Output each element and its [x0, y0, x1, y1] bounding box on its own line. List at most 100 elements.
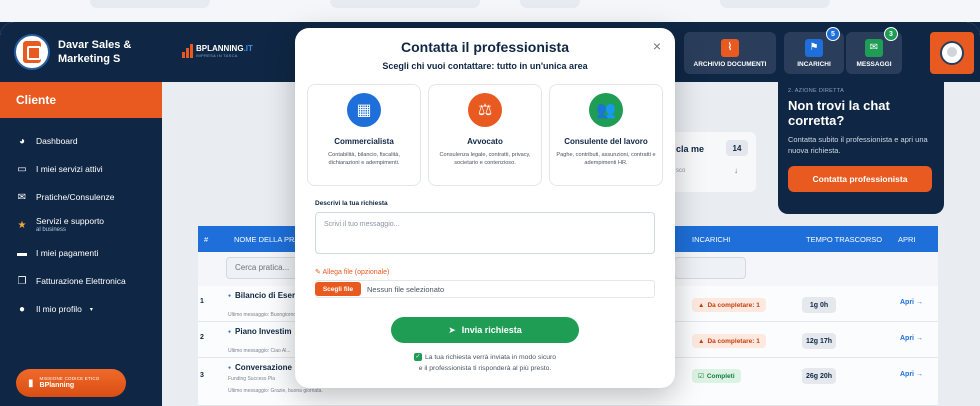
elapsed-time: 1g 0h: [802, 297, 836, 313]
row-number: 2: [200, 334, 204, 341]
card-name: Avvocato: [467, 137, 503, 146]
note-line-1: La tua richiesta verrà inviata in modo s…: [424, 353, 557, 361]
users-icon: 👥: [589, 93, 623, 127]
incarichi-button[interactable]: ⚑ INCARICHI 5: [784, 27, 844, 74]
message-textarea[interactable]: Scrivi il tuo messaggio...: [315, 212, 655, 254]
card-consulente-lavoro[interactable]: 👥 Consulente del lavoro Paghe, contribut…: [549, 84, 663, 186]
sidebar-item-dashboard[interactable]: ◕ Dashboard: [0, 127, 162, 155]
inbox-icon: ▭: [17, 163, 27, 175]
gavel-icon: ⚖: [468, 93, 502, 127]
codice-etico-button[interactable]: ▮ MISSIONE CODICE ETICO BPlanning: [16, 369, 126, 397]
send-plane-icon: ➤: [448, 324, 456, 335]
warning-icon: ▲: [698, 337, 705, 345]
sidebar-item-label: Servizi e supporto: [36, 216, 105, 226]
copy-icon: ❐: [17, 275, 27, 287]
choose-file-button[interactable]: Scegli file: [315, 282, 361, 296]
brand[interactable]: Davar Sales & Marketing S: [14, 34, 158, 70]
card-desc: Consulenza legale, contratti, privacy, s…: [439, 152, 531, 166]
col-header-incarichi[interactable]: INCARICHI: [692, 235, 730, 244]
describe-label: Descrivi la tua richiesta: [315, 200, 388, 207]
bplanning-logo[interactable]: BPLANNING.IT IMPRESA IN TASCA: [182, 44, 253, 58]
sidebar-item-servizi-supporto[interactable]: ★ Servizi e supporto al business: [0, 211, 162, 239]
check-icon: ☑: [698, 373, 704, 380]
sidebar-item-pratiche[interactable]: ✉ Pratiche/Consulenze: [0, 183, 162, 211]
attach-label-text: Allega file (opzionale): [322, 269, 390, 276]
row-number: 3: [200, 372, 204, 379]
close-icon[interactable]: ×: [653, 38, 661, 54]
user-icon: ●: [18, 303, 26, 315]
note-line-2: e il professionista ti risponderà al più…: [418, 365, 552, 372]
sidebar-item-label: Dashboard: [36, 136, 78, 146]
contatta-professionista-button[interactable]: Contatta professionista: [788, 166, 932, 192]
attach-label: ✎ Allega file (opzionale): [315, 268, 389, 276]
row-last-message: Ultimo messaggio: Grazie, buona giornata…: [228, 388, 323, 394]
status-text: Da completare: 1: [707, 301, 760, 309]
apri-link[interactable]: Apri →: [900, 371, 923, 378]
brand-logo-icon: [14, 34, 50, 70]
messaggi-button[interactable]: ✉ MESSAGGI 3: [846, 27, 902, 74]
paperclip-icon: ⌇: [721, 38, 739, 57]
row-last-message: Ultimo messaggio: Ciao Al...: [228, 348, 291, 354]
promo-desc: Contatta subito il professionista e apri…: [788, 135, 928, 155]
archivio-documenti-button[interactable]: ⌇ ARCHIVIO DOCUMENTI: [684, 32, 776, 74]
filter-input[interactable]: [674, 257, 746, 279]
file-input-frame: [315, 280, 655, 298]
sidebar-section-cliente[interactable]: Cliente: [0, 82, 162, 118]
archivio-documenti-label: ARCHIVIO DOCUMENTI: [693, 60, 767, 68]
invia-richiesta-button[interactable]: ➤ Invia richiesta: [391, 317, 579, 343]
sidebar-item-label: I miei servizi attivi: [36, 164, 103, 174]
apri-link[interactable]: Apri →: [900, 299, 923, 306]
apri-link[interactable]: Apri →: [900, 335, 923, 342]
check-icon: ✓: [413, 353, 422, 361]
row-title: Piano Investim: [228, 327, 291, 336]
modal-title: Contatta il professionista: [400, 39, 570, 55]
document-icon: ▮: [28, 377, 34, 389]
top-pill: [330, 0, 480, 8]
messaggi-label: MESSAGGI: [856, 60, 892, 68]
sidebar-item-servizi-attivi[interactable]: ▭ I miei servizi attivi: [0, 155, 162, 183]
card-desc: Contabilità, bilancio, fiscalità, dichia…: [328, 152, 400, 166]
logo-text-b: .IT: [243, 44, 253, 53]
envelope-icon: ✉: [865, 38, 883, 57]
envelope-icon: ✉: [17, 191, 27, 203]
card-desc: Paghe, contributi, assunzioni, contratti…: [556, 152, 656, 166]
sidebar-item-fatturazione[interactable]: ❐ Fatturazione Elettronica: [0, 267, 162, 295]
chevron-down-icon: ▾: [89, 306, 93, 313]
stat-card: cla me 14 sco ↓: [670, 132, 756, 192]
promo-title: Non trovi la chat corretta?: [788, 98, 890, 128]
calculator-icon: ▦: [347, 93, 381, 127]
row-number: 1: [200, 298, 204, 305]
col-header-tempo[interactable]: TEMPO TRASCORSO: [806, 235, 882, 244]
logo-tagline: IMPRESA IN TASCA: [196, 53, 238, 58]
card-avvocato[interactable]: ⚖ Avvocato Consulenza legale, contratti,…: [428, 84, 542, 186]
chevron-down-icon[interactable]: ↓: [734, 166, 738, 175]
invia-richiesta-label: Invia richiesta: [461, 325, 522, 335]
status-text: Completi: [706, 372, 735, 380]
col-header-name[interactable]: NOME DELLA PRA: [234, 235, 299, 244]
top-strip: [0, 0, 980, 22]
modal-subtitle: Scegli chi vuoi contattare: tutto in un'…: [382, 61, 588, 71]
sidebar-item-profilo[interactable]: ● Il mio profilo ▾: [0, 295, 162, 323]
flag-icon: ⚑: [805, 38, 823, 57]
top-pill: [520, 0, 580, 8]
status-badge: ▲ Da completare: 1: [692, 298, 766, 312]
messaggi-badge: 3: [884, 27, 898, 41]
dashboard-gauge-icon: ◕: [18, 135, 26, 147]
top-pill: [90, 0, 210, 8]
sidebar-nav: ◕ Dashboard ▭ I miei servizi attivi ✉ Pr…: [0, 127, 162, 323]
sidebar-item-sublabel: al business: [36, 227, 67, 233]
stat-label: cla me: [676, 144, 705, 154]
bar-chart-logo-icon: [182, 44, 193, 58]
stat-sub: sco: [676, 168, 686, 174]
col-header-num: #: [204, 235, 209, 244]
sidebar-item-label: Fatturazione Elettronica: [36, 276, 126, 286]
card-name: Commercialista: [334, 137, 394, 146]
logo-text-a: BPLANNING: [196, 44, 244, 53]
card-commercialista[interactable]: ▦ Commercialista Contabilità, bilancio, …: [307, 84, 421, 186]
warning-icon: ▲: [698, 301, 705, 309]
sidebar-item-label: Il mio profilo: [36, 304, 82, 314]
sidebar-item-pagamenti[interactable]: ▬ I miei pagamenti: [0, 239, 162, 267]
user-avatar[interactable]: [930, 32, 974, 74]
col-header-apri: APRI: [898, 235, 916, 244]
sidebar: Davar Sales & Marketing S Cliente ◕ Dash…: [0, 22, 162, 406]
